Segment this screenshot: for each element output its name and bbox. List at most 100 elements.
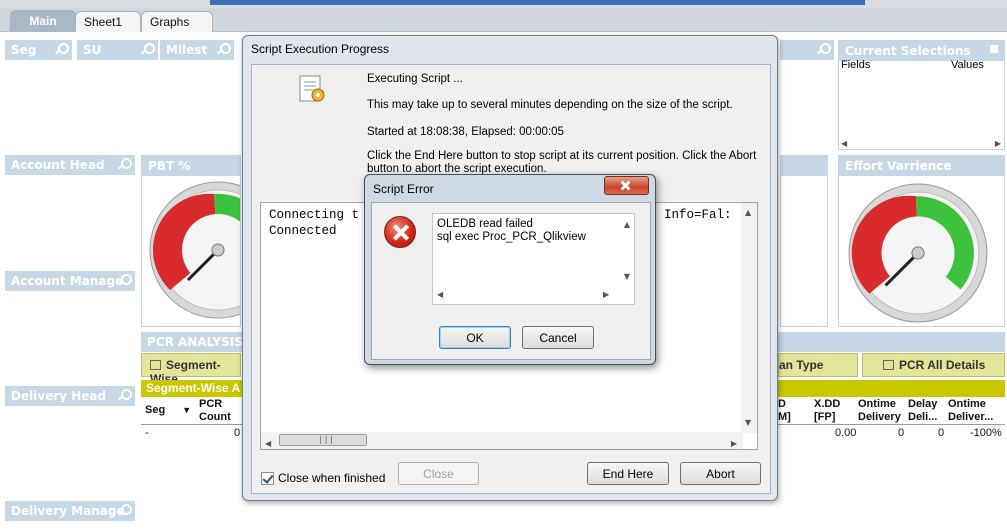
current-selections-header: Current Selections	[839, 41, 1004, 61]
table-icon	[150, 360, 161, 370]
pbt-gauge	[149, 181, 240, 319]
progress-line-duration: This may take up to several minutes depe…	[367, 99, 733, 111]
ok-button[interactable]: OK	[439, 326, 511, 349]
close-when-finished-checkbox[interactable]	[261, 472, 274, 485]
minimize-icon[interactable]	[990, 45, 998, 53]
scroll-left-icon[interactable]: ◀	[437, 288, 443, 301]
listbox-account-head-label: Account Head	[11, 158, 105, 172]
log-hscroll-thumb[interactable]: |||	[279, 434, 367, 446]
log-horizontal-scrollbar[interactable]: ◀ ||| ▶	[261, 432, 743, 449]
tab-main[interactable]: Main	[10, 10, 76, 32]
hidden-chart-header	[781, 156, 827, 176]
current-selections-title: Current Selections	[845, 44, 971, 58]
listbox-account-manage[interactable]: Account Manage	[5, 271, 135, 291]
search-icon[interactable]	[141, 43, 155, 55]
top-strip-accent	[210, 0, 865, 5]
listbox-delivery-manage[interactable]: Delivery Manage	[5, 501, 135, 521]
listbox-delivery-manage-label: Delivery Manage	[11, 504, 125, 518]
log-vertical-scrollbar[interactable]: ▲ ▼	[741, 203, 757, 433]
listbox-seg[interactable]: Seg	[5, 40, 72, 60]
table-icon	[883, 360, 894, 370]
script-error-client: OLEDB read failed sql exec Proc_PCR_Qlik…	[371, 202, 651, 360]
cell-xdd-fp: 0.00	[835, 427, 857, 439]
script-error-dialog: Script Error OLEDB read failed sql exec …	[364, 174, 656, 365]
abort-button[interactable]: Abort	[680, 462, 761, 485]
scroll-down-icon[interactable]: ▼	[624, 270, 630, 283]
col-seg[interactable]: Seg ▼	[145, 404, 191, 417]
scroll-right-icon[interactable]: ▶	[603, 288, 609, 301]
col-delay-delivery[interactable]: Delay Deli...	[908, 398, 937, 424]
progress-line-started: Started at 18:08:38, Elapsed: 00:00:05	[367, 126, 564, 138]
segment-wise-table-title: Segment-Wise A	[141, 380, 243, 397]
grip-icon: |||	[318, 435, 335, 445]
close-icon[interactable]	[604, 176, 649, 195]
col-seg-label: Seg	[145, 404, 166, 416]
listbox-hidden[interactable]	[780, 40, 834, 60]
error-message-box[interactable]: OLEDB read failed sql exec Proc_PCR_Qlik…	[432, 213, 635, 305]
hidden-chart-panel	[780, 155, 828, 327]
progress-line-instructions-1: Click the End Here button to stop script…	[367, 150, 757, 162]
cell-pcr-count: 0	[234, 427, 241, 439]
script-document-icon	[299, 75, 325, 102]
error-icon	[384, 216, 416, 248]
end-here-button[interactable]: End Here	[587, 462, 669, 485]
scroll-left-icon[interactable]: ◀	[841, 139, 847, 148]
col-ontime-deliver-pct[interactable]: Ontime Deliver...	[948, 398, 993, 424]
close-button[interactable]: Close	[398, 462, 479, 485]
listbox-account-manage-label: Account Manage	[11, 274, 124, 288]
listbox-su-label: SU	[83, 43, 102, 57]
search-icon[interactable]	[118, 389, 132, 401]
search-icon[interactable]	[118, 274, 132, 286]
effort-gauge	[848, 183, 988, 323]
pcr-all-details-label: PCR All Details	[899, 358, 986, 372]
col-pcr-count[interactable]: PCR Count	[199, 398, 231, 424]
effort-header: Effort Varrience	[839, 156, 1004, 176]
current-selections-panel: Current Selections Fields Values ◀ ▶	[838, 40, 1005, 150]
scroll-up-icon[interactable]: ▲	[624, 218, 630, 231]
cell-ontime-deliver-pct: -100%	[970, 427, 1002, 439]
current-selections-col-values: Values	[951, 59, 984, 71]
search-icon[interactable]	[118, 158, 132, 170]
progress-line-executing: Executing Script ...	[367, 73, 463, 85]
pbt-header: PBT %	[142, 156, 240, 176]
listbox-milest-label: Milest	[166, 43, 208, 57]
segment-wise-button[interactable]: Segment-Wise	[141, 353, 241, 386]
table-divider	[778, 424, 1005, 425]
log-line-connecting-end: y Info=Fal:	[649, 208, 732, 222]
script-progress-title: Script Execution Progress	[251, 42, 390, 56]
tab-sheet1[interactable]: Sheet1	[75, 11, 141, 32]
segment-wise-table-title-right	[778, 380, 1005, 397]
listbox-su[interactable]: SU	[77, 40, 158, 60]
plan-type-button[interactable]: an Type	[778, 353, 858, 377]
cell-ontime-delivery: 0	[898, 427, 905, 439]
listbox-delivery-head[interactable]: Delivery Head	[5, 386, 135, 406]
listbox-milest[interactable]: Milest	[160, 40, 234, 60]
sheet-tab-bar: Main Sheet1 Graphs	[0, 8, 1007, 32]
pcr-all-details-button[interactable]: PCR All Details	[862, 353, 1005, 377]
error-message-line-2: sql exec Proc_PCR_Qlikview	[437, 231, 586, 243]
search-icon[interactable]	[217, 43, 231, 55]
tab-graphs[interactable]: Graphs	[141, 11, 213, 32]
search-icon[interactable]	[118, 504, 132, 516]
sort-down-icon[interactable]: ▼	[182, 405, 191, 415]
scroll-right-icon[interactable]: ▶	[731, 436, 737, 449]
cell-seg: -	[145, 427, 149, 439]
col-ontime-delivery[interactable]: Ontime Delivery	[858, 398, 901, 424]
scroll-right-icon[interactable]: ▶	[995, 139, 1001, 148]
scroll-up-icon[interactable]: ▲	[745, 205, 751, 221]
search-icon[interactable]	[55, 43, 69, 55]
script-error-title: Script Error	[373, 182, 434, 196]
col-xdd-fp[interactable]: X.DD [FP]	[814, 398, 840, 424]
listbox-account-head[interactable]: Account Head	[5, 155, 135, 175]
cell-delay-delivery: 0	[938, 427, 945, 439]
search-icon[interactable]	[817, 43, 831, 55]
col-dd-fp-partial[interactable]: D M]	[778, 398, 791, 424]
scroll-down-icon[interactable]: ▼	[745, 415, 751, 431]
pbt-panel: PBT %	[141, 155, 241, 327]
error-message-line-1: OLEDB read failed	[437, 218, 533, 230]
top-strip	[0, 0, 1007, 8]
table-divider	[141, 424, 243, 425]
scroll-left-icon[interactable]: ◀	[265, 436, 271, 449]
cancel-button[interactable]: Cancel	[522, 326, 594, 349]
close-when-finished-label[interactable]: Close when finished	[278, 471, 385, 485]
